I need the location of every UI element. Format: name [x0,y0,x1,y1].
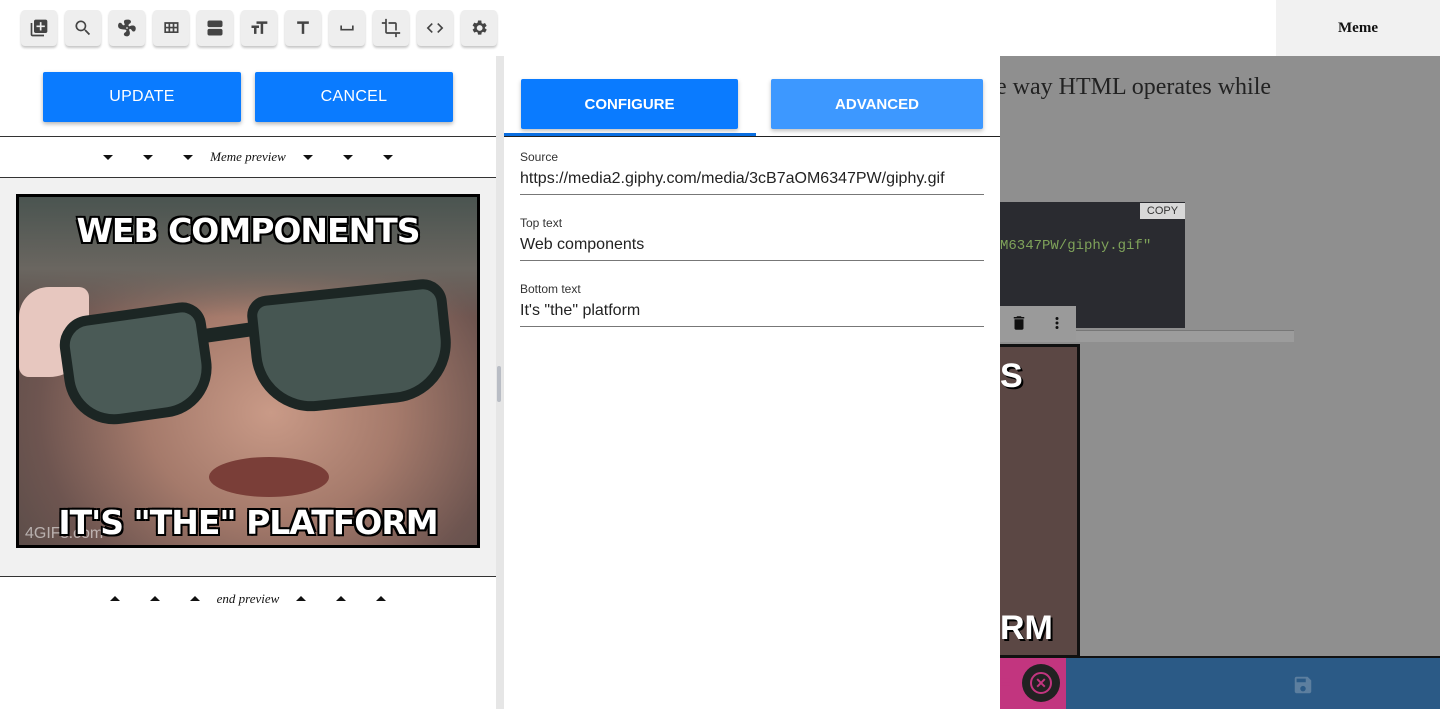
arrow-down-icon [88,154,128,160]
add-content-icon [30,19,48,37]
background-body-text: e way HTML operates while [1000,74,1272,100]
search-button[interactable] [65,10,101,46]
code-button[interactable] [417,10,453,46]
arrow-down-icon [328,154,368,160]
toolbar-title-box: Meme [1276,0,1440,56]
preview-footer-label: end preview [216,590,280,606]
background-meme-fragment: S RM [1000,344,1080,658]
tab-advanced[interactable]: ADVANCED [771,79,983,129]
preview-header: Meme preview [0,136,496,178]
background-code-line: M6347PW/giphy.gif" [1000,238,1152,254]
background-page: e way HTML operates while COPY M6347PW/g… [1000,56,1440,709]
arrow-up-icon [321,596,361,601]
arrow-up-icon [281,596,321,601]
top-text-input[interactable]: Web components [520,236,984,260]
copy-button[interactable]: COPY [1140,203,1185,219]
close-icon: ✕ [1030,672,1052,694]
text-icon [297,21,309,34]
preview-panel: UPDATE CANCEL Meme preview WEB COMPONENT… [0,56,496,709]
rows-layout-button[interactable] [197,10,233,46]
pinwheel-icon [118,19,136,37]
arrow-down-icon [128,154,168,160]
top-text-label: Top text [520,216,563,230]
bottom-text-field[interactable]: Bottom text It's "the" platform [520,282,984,327]
top-toolbar [0,0,1276,56]
pinwheel-button[interactable] [109,10,145,46]
close-button[interactable]: ✕ [1022,664,1060,702]
meme-image: WEB COMPONENTS 4GIFs.com IT'S "THE" PLAT… [16,194,480,548]
splitter-handle[interactable] [497,366,501,402]
background-meme-top-fragment: S [1000,357,1023,395]
config-panel: CONFIGURE ADVANCED Source https://media2… [504,56,1000,709]
save-button[interactable] [1292,674,1314,696]
text-button[interactable] [285,10,321,46]
background-bottom-bar: ≡ ✕ [1000,656,1440,709]
more-vert-icon[interactable] [1048,314,1066,332]
top-text-field[interactable]: Top text Web components [520,216,984,261]
space-button[interactable] [329,10,365,46]
source-label: Source [520,150,559,164]
background-item-actions [1000,306,1076,340]
layout-rows-icon [207,20,223,36]
trash-icon[interactable] [1010,314,1028,332]
add-content-button[interactable] [21,10,57,46]
layout-grid-icon [164,22,179,33]
meme-glasses-right [245,276,457,418]
meme-glasses-left [55,299,219,431]
arrow-down-icon [288,154,328,160]
update-button[interactable]: UPDATE [43,72,241,122]
text-size-button[interactable] [241,10,277,46]
space-bar-icon [340,25,354,31]
search-icon [75,20,91,36]
grid-layout-button[interactable] [153,10,189,46]
preview-area: WEB COMPONENTS 4GIFs.com IT'S "THE" PLAT… [0,178,496,576]
arrow-up-icon [175,596,215,601]
background-meme-bottom-fragment: RM [1000,609,1053,647]
settings-button[interactable] [461,10,497,46]
arrow-up-icon [135,596,175,601]
meme-bottom-text: IT'S "THE" PLATFORM [58,503,438,542]
arrow-down-icon [168,154,208,160]
toolbar-title: Meme [1338,19,1378,36]
tab-divider [504,136,1000,137]
settings-icon [472,20,487,35]
menu-icon[interactable]: ≡ [1000,672,1011,693]
cancel-button[interactable]: CANCEL [255,72,453,122]
source-input[interactable]: https://media2.giphy.com/media/3cB7aOM63… [520,170,984,194]
bottom-text-input[interactable]: It's "the" platform [520,302,984,326]
save-icon [1294,676,1312,694]
meme-top-text: WEB COMPONENTS [76,211,421,250]
arrow-down-icon [368,154,408,160]
bottom-text-label: Bottom text [520,282,581,296]
text-size-icon [251,21,268,34]
arrow-up-icon [95,596,135,601]
code-icon [426,23,444,33]
background-pink-panel: ≡ ✕ [1000,658,1066,709]
arrow-up-icon [361,596,401,601]
meme-mouth [209,457,329,497]
source-field[interactable]: Source https://media2.giphy.com/media/3c… [520,150,984,195]
tab-configure[interactable]: CONFIGURE [521,79,738,129]
crop-icon [381,18,401,38]
preview-header-label: Meme preview [210,149,286,164]
crop-button[interactable] [373,10,409,46]
preview-footer: end preview [0,576,496,620]
